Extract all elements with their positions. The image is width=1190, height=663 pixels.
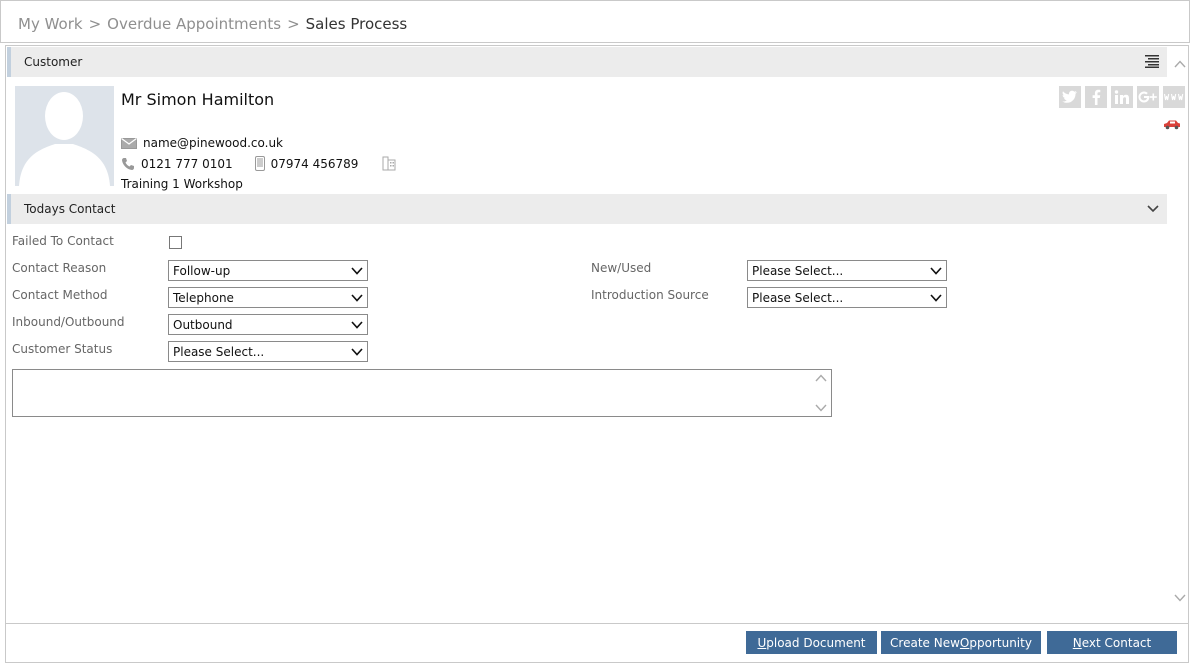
breadcrumb: My Work > Overdue Appointments > Sales Proce…: [18, 15, 407, 33]
create-new-opportunity-button[interactable]: Create New Opportunity: [881, 631, 1041, 654]
new-used-select[interactable]: Please Select...: [747, 260, 947, 281]
chevron-down-icon[interactable]: [1147, 203, 1159, 213]
contact-reason-value: Follow-up: [173, 263, 231, 278]
contact-reason-label: Contact Reason: [12, 261, 107, 275]
contact-method-value: Telephone: [173, 290, 234, 305]
chevron-down-icon: [930, 294, 942, 302]
failed-to-contact-label: Failed To Contact: [12, 234, 114, 248]
inbound-outbound-label: Inbound/Outbound: [12, 315, 125, 329]
panel-scroll-down-icon[interactable]: [1174, 594, 1186, 602]
customer-status-label: Customer Status: [12, 342, 113, 356]
breadcrumb-current: Sales Process: [305, 15, 408, 33]
introduction-source-select[interactable]: Please Select...: [747, 287, 947, 308]
www-icon[interactable]: [1163, 86, 1185, 108]
chevron-down-icon: [351, 321, 363, 329]
breadcrumb-bar: My Work > Overdue Appointments > Sales Proce…: [0, 0, 1190, 43]
introduction-source-value: Please Select...: [752, 290, 844, 305]
contact-method-label: Contact Method: [12, 288, 108, 302]
google-plus-icon[interactable]: [1137, 86, 1159, 108]
customer-status-value: Please Select...: [173, 344, 265, 359]
breadcrumb-separator: >: [88, 15, 102, 33]
breadcrumb-item-my-work[interactable]: My Work: [18, 15, 83, 33]
failed-to-contact-checkbox[interactable]: [169, 236, 182, 249]
upload-document-label: pload Document: [766, 635, 866, 650]
contact-reason-select[interactable]: Follow-up: [168, 260, 368, 281]
inbound-outbound-value: Outbound: [173, 317, 233, 332]
customer-mobile[interactable]: 07974 456789: [271, 157, 359, 171]
linkedin-icon[interactable]: [1111, 86, 1133, 108]
customer-section-title: Customer: [24, 55, 83, 69]
car-icon[interactable]: [1163, 119, 1181, 130]
next-contact-button[interactable]: Next Contact: [1047, 631, 1177, 654]
create-opportunity-label-start: Create New: [890, 635, 960, 650]
customer-phone[interactable]: 0121 777 0101: [141, 157, 233, 171]
company-row: Training 1 Workshop: [121, 177, 243, 191]
next-contact-accesskey: N: [1072, 635, 1082, 650]
breadcrumb-separator: >: [287, 15, 300, 33]
chevron-down-icon: [351, 348, 363, 356]
create-opportunity-accesskey: O: [959, 635, 970, 650]
phone-icon: [122, 157, 134, 170]
customer-company: Training 1 Workshop: [121, 177, 243, 191]
scroll-up-icon[interactable]: [815, 374, 827, 382]
fax-icon[interactable]: [382, 156, 396, 171]
action-footer: Upload Document Create New Opportunity N…: [6, 623, 1188, 663]
email-row: name@pinewood.co.uk: [121, 136, 283, 150]
sales-process-panel: Customer Mr Simon Hamilton name@pinewood…: [5, 45, 1189, 663]
scroll-down-icon[interactable]: [815, 404, 827, 412]
person-silhouette-icon: [15, 86, 114, 186]
todays-contact-section-header[interactable]: Todays Contact: [7, 194, 1167, 224]
menu-lines-icon[interactable]: [1145, 54, 1159, 68]
chevron-down-icon: [930, 267, 942, 275]
twitter-icon[interactable]: [1059, 86, 1081, 108]
new-used-label: New/Used: [591, 261, 652, 275]
inbound-outbound-select[interactable]: Outbound: [168, 314, 368, 335]
customer-email[interactable]: name@pinewood.co.uk: [143, 136, 283, 150]
facebook-icon[interactable]: [1085, 86, 1107, 108]
breadcrumb-item-overdue-appointments[interactable]: Overdue Appointments: [107, 15, 281, 33]
next-contact-label: ext Contact: [1081, 635, 1152, 650]
customer-section-header: Customer: [7, 47, 1167, 77]
social-links: [1059, 86, 1185, 108]
envelope-icon: [121, 137, 137, 149]
chevron-down-icon: [351, 267, 363, 275]
customer-name: Mr Simon Hamilton: [121, 90, 275, 109]
introduction-source-label: Introduction Source: [591, 288, 709, 302]
create-opportunity-label-end: pportunity: [969, 635, 1032, 650]
panel-scroll-up-icon[interactable]: [1174, 60, 1186, 68]
avatar: [15, 86, 114, 186]
new-used-value: Please Select...: [752, 263, 844, 278]
mobile-phone-icon: [254, 156, 265, 171]
todays-contact-section-title: Todays Contact: [24, 202, 116, 216]
upload-document-button[interactable]: Upload Document: [746, 631, 877, 654]
contact-method-select[interactable]: Telephone: [168, 287, 368, 308]
phone-row: 0121 777 0101 07974 456789: [121, 156, 402, 171]
chevron-down-icon: [351, 294, 363, 302]
contact-notes-textarea[interactable]: [12, 369, 832, 417]
upload-document-accesskey: U: [757, 635, 767, 650]
customer-status-select[interactable]: Please Select...: [168, 341, 368, 362]
